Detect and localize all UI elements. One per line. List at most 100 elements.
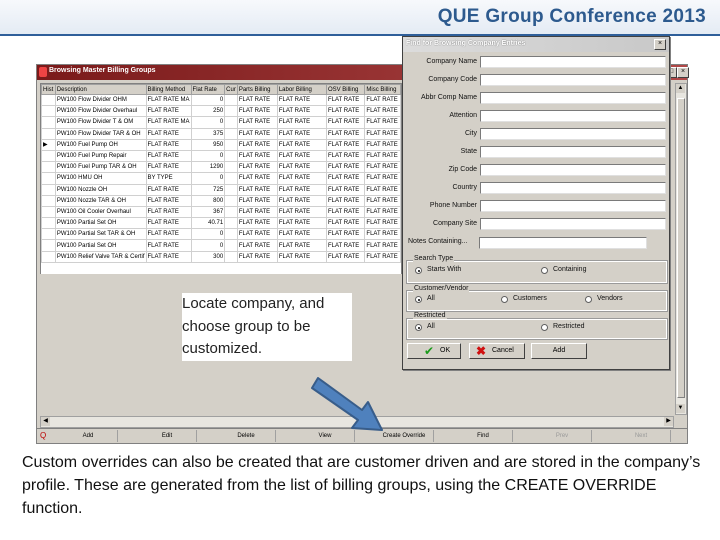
query-icon[interactable]: Q [40,431,49,440]
column-header[interactable]: Flat Rate [190,84,226,95]
table-row[interactable]: PW100 Partial Set OH FLAT RATE 40.71 FLAT R… [41,217,401,230]
table-row[interactable]: PW100 Flow Divider OHM FLAT RATE MA 0 FLAT … [41,93,401,107]
company-site-input[interactable] [480,218,666,230]
cell-parts: FLAT RATE [236,194,278,207]
cell-osv: FLAT RATE [325,93,366,107]
all-label: All [427,295,435,302]
column-header[interactable]: Labor Billing [276,84,327,95]
city-input[interactable] [480,128,666,140]
scroll-thumb[interactable] [677,98,685,398]
phone-number-input[interactable] [480,200,666,212]
column-header[interactable]: Hist [41,84,56,95]
radio-all-customers[interactable] [415,296,422,303]
all-restricted-label: All [427,323,435,330]
close-icon[interactable]: × [677,67,689,78]
row-indicator [41,105,56,118]
app-icon [39,67,47,77]
cell-parts: FLAT RATE [236,127,278,140]
abbr-comp-name-input[interactable] [480,92,666,104]
restricted-option-label: Restricted [553,323,585,330]
table-row[interactable]: PW100 Relief Valve TAR & Certif FLAT RATE… [41,250,401,263]
conference-title: QUE Group Conference 2013 [437,6,706,27]
table-row[interactable]: ▶ PW100 Fuel Pump OH FLAT RATE 950 FLAT RATE… [41,138,401,151]
zip-code-input[interactable] [480,164,666,176]
cancel-button[interactable]: ✖ Cancel [469,343,525,359]
vertical-scrollbar[interactable]: ▲ ▼ [675,83,687,415]
billing-window-title: Browsing Master Billing Groups [49,67,156,74]
table-row[interactable]: PW100 HMU OH BY TYPE 0 FLAT RATE FLAT RATE FL… [41,172,401,185]
find-company-dialog: Find for Browsing Company Entries × Comp… [402,36,670,370]
row-indicator [41,194,56,207]
country-input[interactable] [480,182,666,194]
table-row[interactable]: PW100 Oil Cooler Overhaul FLAT RATE 367 FLA… [41,205,401,219]
cell-labor: FLAT RATE [276,183,327,196]
toolbar-button-delete[interactable]: Delete [217,430,276,442]
notes-input[interactable] [479,237,647,249]
pointer-arrow-icon [311,377,383,431]
billing-groups-grid[interactable]: Hist Description Billing Method Flat Rate Cu… [40,83,402,275]
ok-button[interactable]: ✔ OK [407,343,461,359]
table-row[interactable]: PW100 Flow Divider TAR & OH FLAT RATE 375 F… [41,127,401,140]
column-header[interactable]: OSV Billing [325,84,366,95]
toolbar-button-edit[interactable]: Edit [138,430,197,442]
cell-description: PW100 Flow Divider TAR & OH [54,127,147,140]
table-row[interactable]: PW100 Nozzle OH FLAT RATE 725 FLAT RATE FLAT… [41,183,401,196]
cell-parts: FLAT RATE [236,183,278,196]
radio-vendors[interactable] [585,296,592,303]
table-row[interactable]: PW100 Fuel Pump Repair FLAT RATE 0 FLAT RAT… [41,149,401,163]
cell-osv: FLAT RATE [325,239,366,252]
cell-osv: FLAT RATE [325,205,366,219]
slide-caption: Custom overrides can also be created tha… [22,454,701,517]
company-name-input[interactable] [480,56,666,68]
column-header[interactable]: Description [54,84,147,95]
cell-rate: 0 [190,172,226,185]
column-header[interactable]: Cur [224,84,238,95]
cell-description: PW100 HMU OH [54,172,147,185]
table-row[interactable]: PW100 Flow Divider Overhaul FLAT RATE 250 F… [41,105,401,118]
row-indicator [41,228,56,241]
radio-restricted[interactable] [541,324,548,331]
state-input[interactable] [480,146,666,158]
cell-osv: FLAT RATE [325,161,366,174]
row-indicator [41,127,56,140]
toolbar-button-find[interactable]: Find [454,430,513,442]
cell-method: FLAT RATE [145,149,192,163]
column-header[interactable]: Misc Billing [364,84,401,95]
cell-method: FLAT RATE MA [145,93,192,107]
scroll-right-icon[interactable]: ▶ [664,417,673,426]
cell-description: PW100 Relief Valve TAR & Certif [54,250,147,263]
column-header[interactable]: Parts Billing [236,84,278,95]
ok-label: OK [440,347,451,354]
company-code-input[interactable] [480,74,666,86]
cell-labor: FLAT RATE [276,127,327,140]
toolbar-button-next[interactable]: Next [612,430,671,442]
row-indicator [41,161,56,174]
cell-description: PW100 Oil Cooler Overhaul [54,205,147,219]
cell-cur [224,205,238,219]
toolbar-button-prev[interactable]: Prev [533,430,592,442]
radio-all-restricted[interactable] [415,324,422,331]
table-row[interactable]: PW100 Partial Set OH FLAT RATE 0 FLAT RATE F… [41,239,401,252]
scroll-left-icon[interactable]: ◀ [41,417,50,426]
field-label: Attention [449,112,477,119]
column-header[interactable]: Billing Method [145,84,192,95]
row-indicator [41,205,56,219]
table-row[interactable]: PW100 Nozzle TAR & OH FLAT RATE 800 FLAT RA… [41,194,401,207]
table-row[interactable]: PW100 Partial Set TAR & OH FLAT RATE 0 FLAT… [41,228,401,241]
cell-method: FLAT RATE [145,127,192,140]
field-label: City [464,130,477,137]
table-row[interactable]: PW100 Flow Divider T & OM FLAT RATE MA 0 FL… [41,116,401,129]
table-row[interactable]: PW100 Fuel Pump TAR & OH FLAT RATE 1290 FLA… [41,161,401,174]
toolbar-button-add[interactable]: Add [59,430,118,442]
add-button[interactable]: Add [531,343,587,359]
radio-containing[interactable] [541,267,548,274]
radio-starts-with[interactable] [415,267,422,274]
cell-parts: FLAT RATE [236,116,278,129]
attention-input[interactable] [480,110,666,122]
scroll-up-icon[interactable]: ▲ [676,84,685,93]
radio-customers[interactable] [501,296,508,303]
cell-cur [224,116,238,129]
scroll-down-icon[interactable]: ▼ [676,404,685,413]
close-icon[interactable]: × [654,39,666,50]
cell-misc: FLAT RATE [364,205,401,219]
